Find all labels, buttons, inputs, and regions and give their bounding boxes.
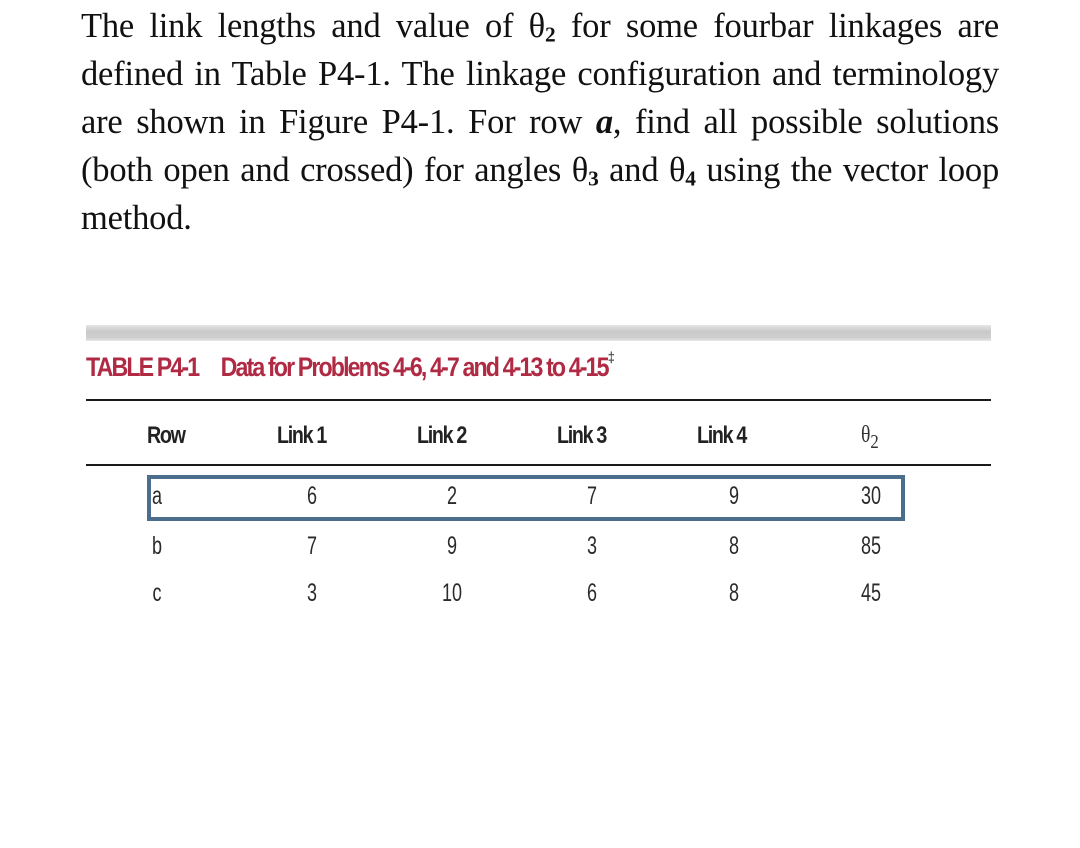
column-header-link2: Link 2 (417, 422, 467, 449)
theta-subscript: 3 (588, 166, 599, 191)
theta-symbol: θ (861, 422, 871, 448)
cell-link4: 8 (728, 579, 740, 607)
cell-link2: 9 (446, 532, 458, 560)
cell-row: a (151, 482, 163, 510)
cell-link4: 8 (728, 532, 740, 560)
cell-link2: 10 (441, 579, 463, 607)
cell-link3: 6 (586, 579, 598, 607)
table-top-rule (86, 399, 991, 401)
cell-theta2: 30 (860, 482, 882, 510)
cell-row: c (152, 579, 162, 607)
problem-text-4: and θ (598, 151, 686, 189)
problem-statement: The link lengths and value of θ2 for som… (81, 2, 999, 242)
column-header-link1: Link 1 (277, 422, 327, 449)
cell-link3: 3 (586, 532, 598, 560)
cell-row: b (151, 532, 163, 560)
cell-link1: 3 (306, 579, 318, 607)
cell-link1: 7 (306, 532, 318, 560)
column-header-link4: Link 4 (697, 422, 747, 449)
cell-theta2: 45 (860, 579, 882, 607)
column-header-theta2: θ2 (861, 422, 879, 452)
table-top-bar (86, 325, 991, 341)
cell-theta2: 85 (860, 532, 882, 560)
cell-link4: 9 (728, 482, 740, 510)
column-header-link3: Link 3 (557, 422, 607, 449)
table-header-rule (86, 464, 991, 466)
row-a-highlight-box (147, 475, 905, 521)
table-label: TABLE P4-1 (86, 352, 200, 382)
footnote-mark: ‡ (607, 350, 615, 367)
column-header-row: Row (147, 422, 186, 449)
theta-subscript: 4 (685, 166, 696, 191)
theta-subscript: 2 (870, 431, 879, 454)
cell-link2: 2 (446, 482, 458, 510)
table-title: Data for Problems 4-6, 4-7 and 4-13 to 4… (220, 352, 610, 382)
row-reference: a (595, 103, 613, 141)
theta-subscript: 2 (544, 22, 556, 47)
table-caption: TABLE P4-1 Data for Problems 4-6, 4-7 and… (86, 350, 615, 383)
cell-link3: 7 (586, 482, 598, 510)
problem-text-1: The link lengths and value of θ (81, 7, 545, 45)
cell-link1: 6 (306, 482, 318, 510)
